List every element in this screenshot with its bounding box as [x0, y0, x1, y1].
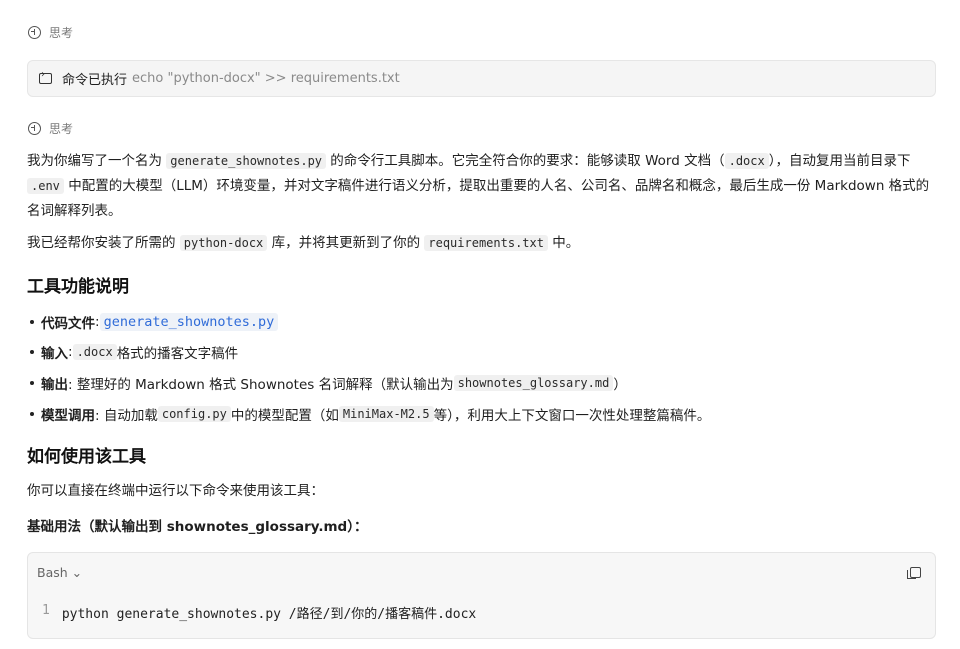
- thinking-icon: [28, 26, 41, 39]
- thinking-label: 思考: [49, 122, 74, 136]
- command-label: 命令已执行: [62, 73, 128, 88]
- language-selector[interactable]: Bash ⌄: [37, 565, 82, 580]
- thinking-label: 思考: [49, 26, 74, 40]
- list-item: 输出: 整理好的 Markdown 格式 Shownotes 名词解释（默认输出…: [30, 373, 627, 393]
- code-block: Bash ⌄ 1 python generate_shownotes.py /路…: [27, 552, 936, 639]
- line-number: 1: [42, 603, 50, 618]
- intro-paragraph: 我为你编写了一个名为 generate_shownotes.py 的命令行工具脚…: [27, 153, 930, 219]
- command-executed-panel[interactable]: 命令已执行 echo "python-docx" >> requirements…: [27, 60, 936, 97]
- basic-usage-label: 基础用法（默认输出到 shownotes_glossary.md）：: [27, 519, 368, 535]
- section-heading-features: 工具功能说明: [27, 277, 129, 297]
- chevron-down-icon: ⌄: [71, 565, 83, 580]
- inline-code: generate_shownotes.py: [166, 153, 327, 169]
- code-text: python generate_shownotes.py /路径/到/你的/播客…: [61, 607, 477, 622]
- copy-icon[interactable]: [907, 567, 921, 579]
- inline-code: requirements.txt: [424, 235, 548, 251]
- usage-paragraph: 你可以直接在终端中运行以下命令来使用该工具：: [27, 483, 324, 499]
- list-item: 代码文件: generate_shownotes.py: [30, 312, 279, 332]
- thinking-icon: [28, 122, 41, 135]
- file-link[interactable]: generate_shownotes.py: [99, 313, 279, 331]
- inline-code: .docx: [724, 153, 769, 169]
- thinking-indicator[interactable]: 思考: [28, 24, 73, 41]
- list-item: 输入: .docx 格式的播客文字稿件: [30, 342, 238, 362]
- list-item: 模型调用: 自动加载 config.py 中的模型配置（如 MiniMax-M2…: [30, 404, 710, 424]
- section-heading-usage: 如何使用该工具: [27, 447, 146, 467]
- code-line: 1 python generate_shownotes.py /路径/到/你的/…: [42, 603, 476, 622]
- install-paragraph: 我已经帮你安装了所需的 python-docx 库，并将其更新到了你的 requ…: [27, 235, 580, 251]
- thinking-indicator-2[interactable]: 思考: [28, 120, 73, 137]
- inline-code: python-docx: [179, 235, 268, 251]
- command-text: echo "python-docx" >> requirements.txt: [132, 71, 400, 86]
- inline-code: .env: [27, 178, 64, 194]
- terminal-icon: [39, 69, 52, 84]
